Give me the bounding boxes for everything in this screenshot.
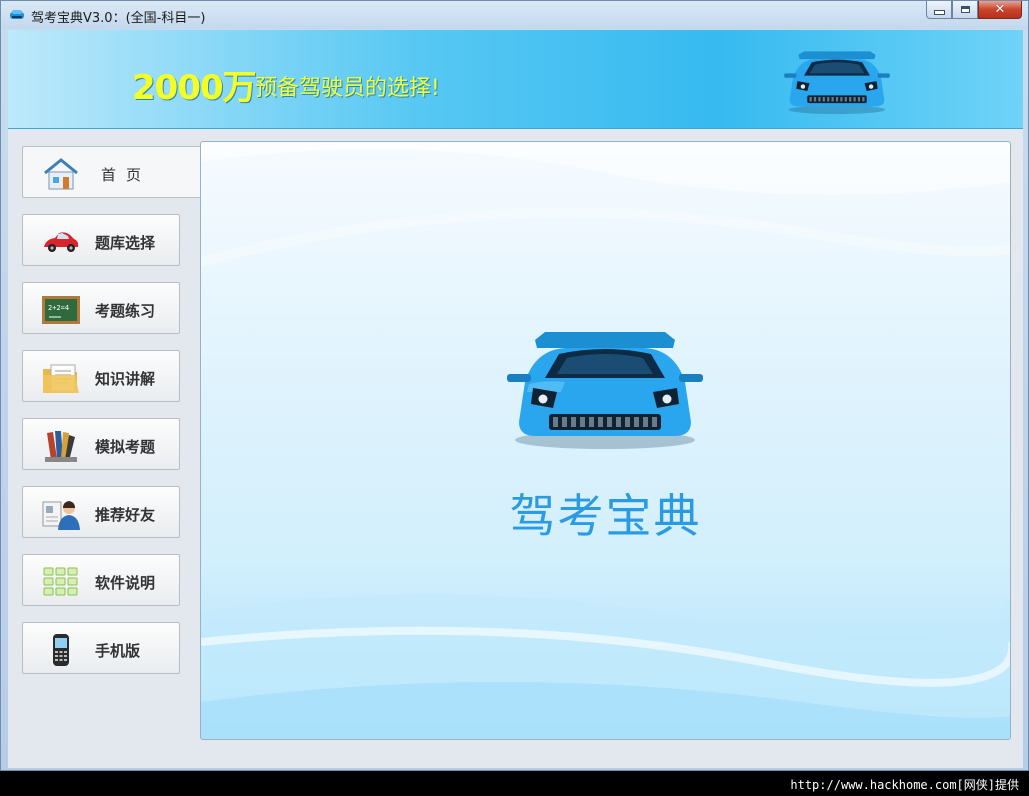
sidebar-item-label: 模拟考题 [95, 438, 156, 456]
banner-highlight: 2000万 [132, 68, 257, 108]
home-icon [44, 158, 78, 190]
minimize-button[interactable] [926, 1, 952, 19]
banner-slogan: 预备驾驶员的选择! [255, 76, 440, 101]
header-banner: 2000万 预备驾驶员的选择! [8, 30, 1023, 129]
chalkboard-icon: 2+2=4 [42, 296, 80, 324]
user-card-icon [42, 501, 80, 530]
sidebar-item-practice[interactable]: 2+2=4 考题练习 [22, 282, 180, 334]
sports-car-icon [784, 51, 890, 115]
close-icon: ✕ [994, 2, 1006, 17]
svg-text:2+2=4: 2+2=4 [48, 304, 69, 312]
app-car-icon [10, 10, 24, 19]
sidebar-item-label: 题库选择 [95, 234, 156, 252]
close-button[interactable]: ✕ [978, 1, 1022, 19]
sidebar-item-recommend[interactable]: 推荐好友 [22, 486, 180, 538]
pens-icon [45, 431, 77, 462]
sidebar-item-knowledge[interactable]: 知识讲解 [22, 350, 180, 402]
window-title: 驾考宝典V3.0：(全国-科目一) [31, 11, 206, 26]
window-controls: ✕ [926, 1, 1022, 21]
sidebar-item-label: 手机版 [95, 642, 141, 660]
minimize-icon [933, 10, 945, 15]
red-car-icon [44, 232, 79, 252]
app-window: 驾考宝典V3.0：(全国-科目一) ✕ 2000万 预备驾驶员的选择! 首页 题… [0, 0, 1029, 771]
folder-document-icon [43, 364, 79, 393]
maximize-icon [960, 6, 970, 13]
title-bar[interactable]: 驾考宝典V3.0：(全国-科目一) ✕ [1, 1, 1028, 29]
mobile-phone-icon [53, 634, 69, 666]
sidebar-item-about[interactable]: 软件说明 [22, 554, 180, 606]
sidebar-item-mobile[interactable]: 手机版 [22, 622, 180, 674]
home-panel: 驾考宝典 [200, 141, 1011, 740]
sidebar-item-label: 首页 [101, 166, 152, 184]
client-area: 2000万 预备驾驶员的选择! 首页 题库选择 2+2=4 考题练习 知识讲解 … [8, 30, 1023, 768]
sidebar-item-question-bank[interactable]: 题库选择 [22, 214, 180, 266]
sidebar-item-mock-exam[interactable]: 模拟考题 [22, 418, 180, 470]
sidebar-item-home[interactable]: 首页 [22, 146, 200, 198]
sidebar-item-label: 考题练习 [95, 302, 156, 320]
sidebar-item-label: 推荐好友 [95, 506, 156, 524]
sidebar-item-label: 知识讲解 [95, 370, 156, 388]
maximize-button[interactable] [952, 1, 978, 19]
sidebar-item-label: 软件说明 [95, 574, 156, 592]
flowchart-icon [43, 567, 78, 596]
hero-title: 驾考宝典 [509, 489, 702, 543]
watermark-text: http://www.hackhome.com[网侠]提供 [790, 778, 1019, 792]
hero-car-icon [507, 332, 703, 449]
